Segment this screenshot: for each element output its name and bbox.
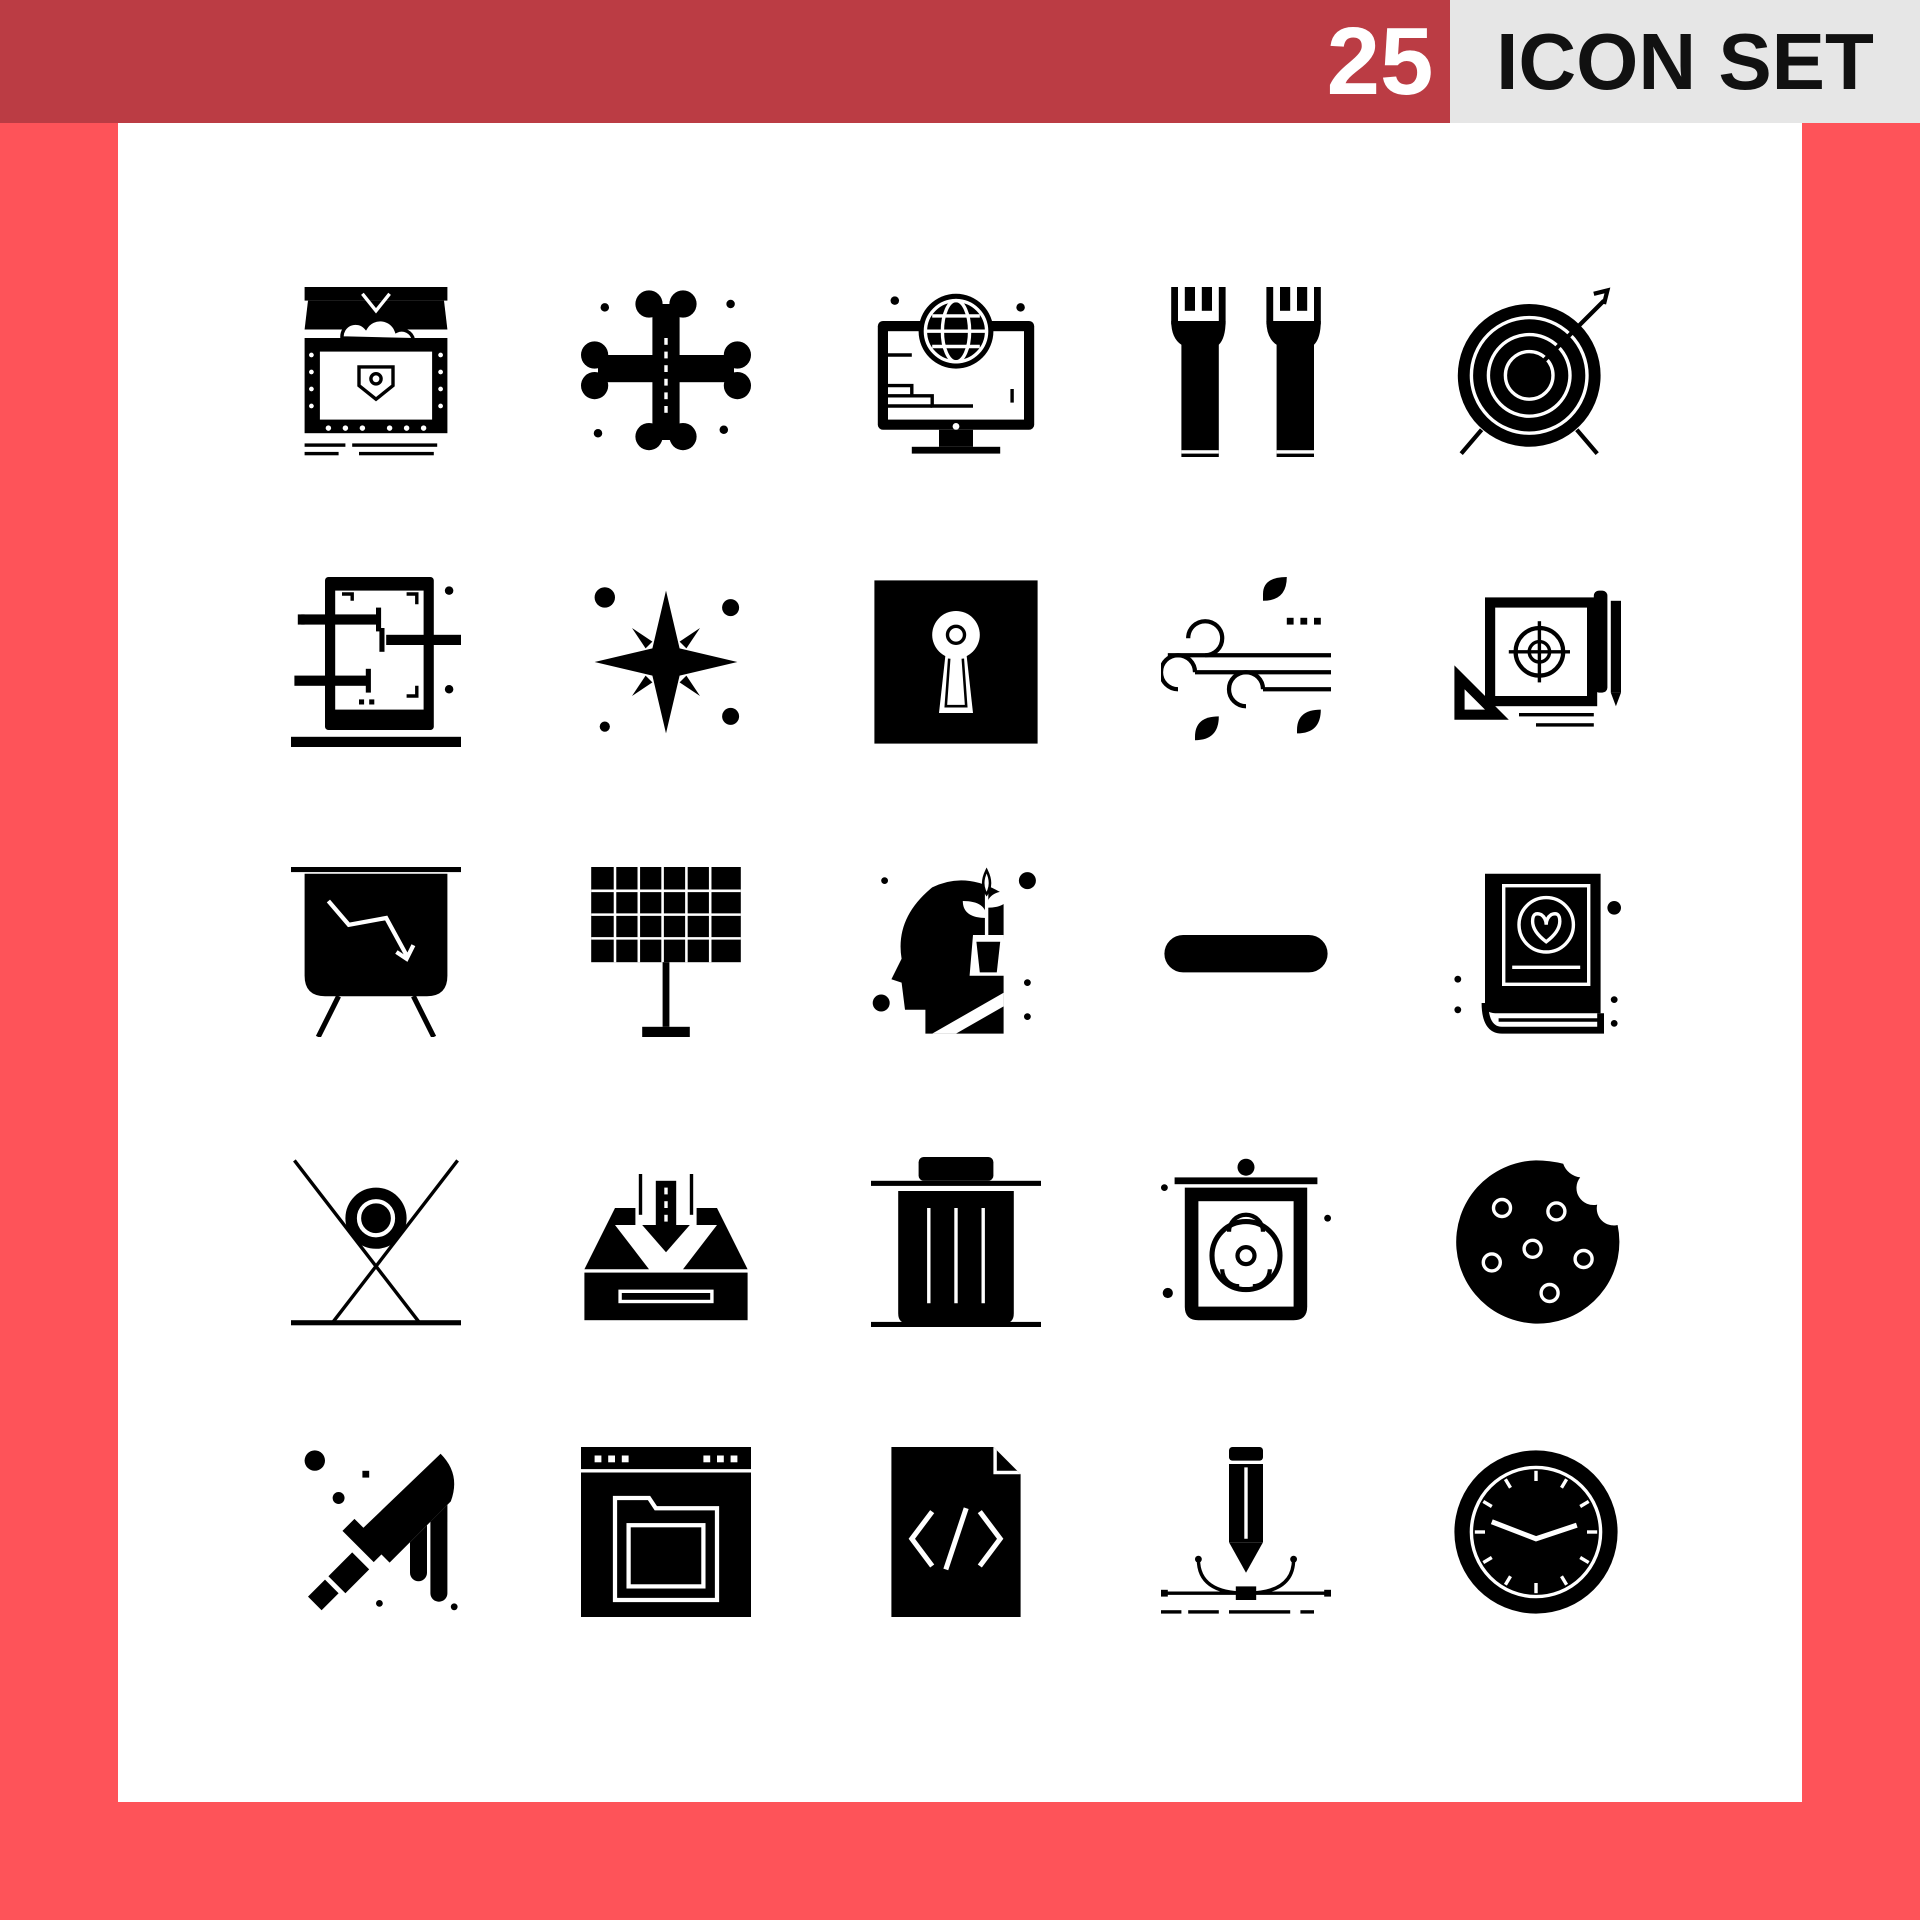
pen-tool-vector-icon [1161,1447,1331,1617]
biohazard-container-icon [1161,1157,1331,1327]
banner-bar [0,0,1450,123]
banner-title: ICON SET [1450,0,1920,123]
cookie-icon [1451,1157,1621,1327]
pool-ball-cue-icon [291,1157,461,1327]
wind-leaves-icon [1161,577,1331,747]
mobile-circuit-icon [291,577,461,747]
browser-folder-icon [581,1447,751,1617]
plug-pins-icon [1161,287,1331,457]
treasure-chest-icon [291,287,461,457]
sparkle-star-icon [581,577,751,747]
blueprint-target-icon [1451,577,1621,747]
minus-icon [1161,867,1331,1037]
keyhole-icon [871,577,1041,747]
code-file-icon [871,1447,1041,1617]
target-arrow-icon [1451,287,1621,457]
trash-bin-icon [871,1157,1041,1327]
wall-clock-icon [1451,1447,1621,1617]
love-book-icon [1451,867,1621,1037]
crossed-bones-icon [581,287,751,457]
solar-panel-icon [581,867,751,1037]
knife-icon [291,1447,461,1617]
chart-down-board-icon [291,867,461,1037]
mind-growth-icon [871,867,1041,1037]
icon-count: 25 [1326,8,1434,115]
global-monitor-icon [871,287,1041,457]
inbox-download-icon [581,1157,751,1327]
icon-grid [118,123,1802,1802]
